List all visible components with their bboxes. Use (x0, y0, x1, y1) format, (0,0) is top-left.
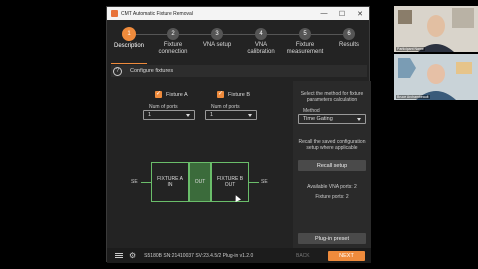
fixture-a-checkbox[interactable]: ✓ Fixture A (155, 91, 188, 98)
fixture-a-ports: Num of ports 1 (143, 104, 195, 120)
fixture-b-label: Fixture B (228, 91, 251, 98)
fixture-b-ports-select[interactable]: 1 (205, 110, 257, 120)
step-number: 1 (122, 27, 136, 41)
select-value: Time Gating (303, 116, 333, 122)
se-right-label: SE (261, 179, 268, 185)
step-vna-setup[interactable]: 3 VNA setup (195, 25, 239, 49)
person-video (394, 6, 478, 52)
step-results[interactable]: 6 Results (327, 25, 371, 49)
fixture-a-block-label: FIXTURE A IN (157, 176, 183, 188)
step-number: 5 (299, 28, 311, 40)
fixture-b-checkbox[interactable]: ✓ Fixture B (217, 91, 250, 98)
fixture-b-block-label: FIXTURE B OUT (216, 176, 244, 188)
checkbox-checked: ✓ (155, 91, 162, 98)
section-title: Configure fixtures (130, 68, 174, 74)
step-vna-calibration[interactable]: 4 VNA calibration (239, 25, 283, 56)
se-left-label: SE (131, 179, 138, 185)
checkbox-checked: ✓ (217, 91, 224, 98)
step-label: VNA calibration (247, 42, 275, 55)
minimize-button[interactable]: — (315, 7, 333, 20)
menu-list-icon[interactable] (115, 253, 123, 258)
participant-name: Participant Name (396, 47, 425, 51)
app-window: CMT Automatic Fixture Removal — ☐ ✕ 1 De… (106, 6, 371, 263)
method-select[interactable]: Time Gating (298, 114, 366, 124)
fixture-b-block: FIXTURE B OUT (211, 162, 249, 202)
step-label: Description (113, 43, 144, 49)
window-title: CMT Automatic Fixture Removal (121, 10, 193, 17)
step-number: 2 (167, 28, 179, 40)
wizard-stepper: 1 Description 2 Fixture connection 3 VNA… (107, 25, 371, 65)
select-value: 1 (148, 112, 152, 118)
app-icon (111, 10, 118, 17)
maximize-button[interactable]: ☐ (333, 7, 351, 20)
step-fixture-measurement[interactable]: 5 Fixture measurement (283, 25, 327, 56)
step-number: 6 (343, 28, 355, 40)
out-block: OUT (189, 162, 211, 202)
active-step-underline (111, 63, 147, 64)
recall-help-text: Recall the saved configuration setup whe… (298, 139, 366, 151)
device-info: S5180B SN:21410037 SV:23.4.5/2 Plug-in v… (144, 252, 254, 259)
chevron-down-icon (357, 117, 361, 121)
chevron-down-icon (186, 113, 190, 117)
step-description[interactable]: 1 Description (107, 25, 151, 50)
out-block-label: OUT (194, 179, 206, 185)
back-button[interactable]: BACK (296, 253, 310, 259)
chevron-down-icon (248, 113, 252, 117)
section-header: ? Configure fixtures (111, 65, 367, 77)
step-label: Fixture connection (158, 42, 188, 55)
webcam-tile: Bruce Archambeault (394, 54, 478, 100)
close-button[interactable]: ✕ (351, 7, 369, 20)
title-bar: CMT Automatic Fixture Removal — ☐ ✕ (107, 7, 369, 20)
webcam-tile: Participant Name (394, 6, 478, 52)
participant-name: Bruce Archambeault (396, 95, 430, 99)
step-number: 3 (211, 28, 223, 40)
available-vna-ports: Available VNA ports: 2 (307, 184, 357, 190)
step-label: Results (338, 42, 359, 48)
connector-line (141, 182, 151, 183)
fixture-a-label: Fixture A (166, 91, 188, 98)
step-label: Fixture measurement (286, 42, 324, 55)
fixture-a-ports-select[interactable]: 1 (143, 110, 195, 120)
step-number: 4 (255, 28, 267, 40)
fixture-b-ports: Num of ports 1 (205, 104, 257, 120)
person-video (394, 54, 478, 100)
fixture-diagram: SE FIXTURE A IN OUT FIXTURE B OUT SE (127, 162, 273, 202)
status-bar: ⚙ S5180B SN:21410037 SV:23.4.5/2 Plug-in… (107, 248, 371, 263)
next-button[interactable]: NEXT (328, 250, 365, 261)
screen: CMT Automatic Fixture Removal — ☐ ✕ 1 De… (0, 0, 478, 269)
fixture-ports-count: Fixture ports: 2 (315, 194, 349, 200)
connector-line (249, 182, 259, 183)
gear-icon[interactable]: ⚙ (129, 251, 136, 260)
step-fixture-connection[interactable]: 2 Fixture connection (151, 25, 195, 56)
select-value: 1 (210, 112, 214, 118)
step-label: VNA setup (202, 42, 232, 48)
recall-setup-button[interactable]: Recall setup (298, 160, 366, 171)
help-icon[interactable]: ? (113, 66, 122, 76)
method-help-text: Select the method for fixture parameters… (300, 91, 364, 103)
method-panel: Select the method for fixture parameters… (293, 81, 371, 248)
fixture-a-block: FIXTURE A IN (151, 162, 189, 202)
plugin-preset-button[interactable]: Plug-in preset (298, 233, 366, 244)
